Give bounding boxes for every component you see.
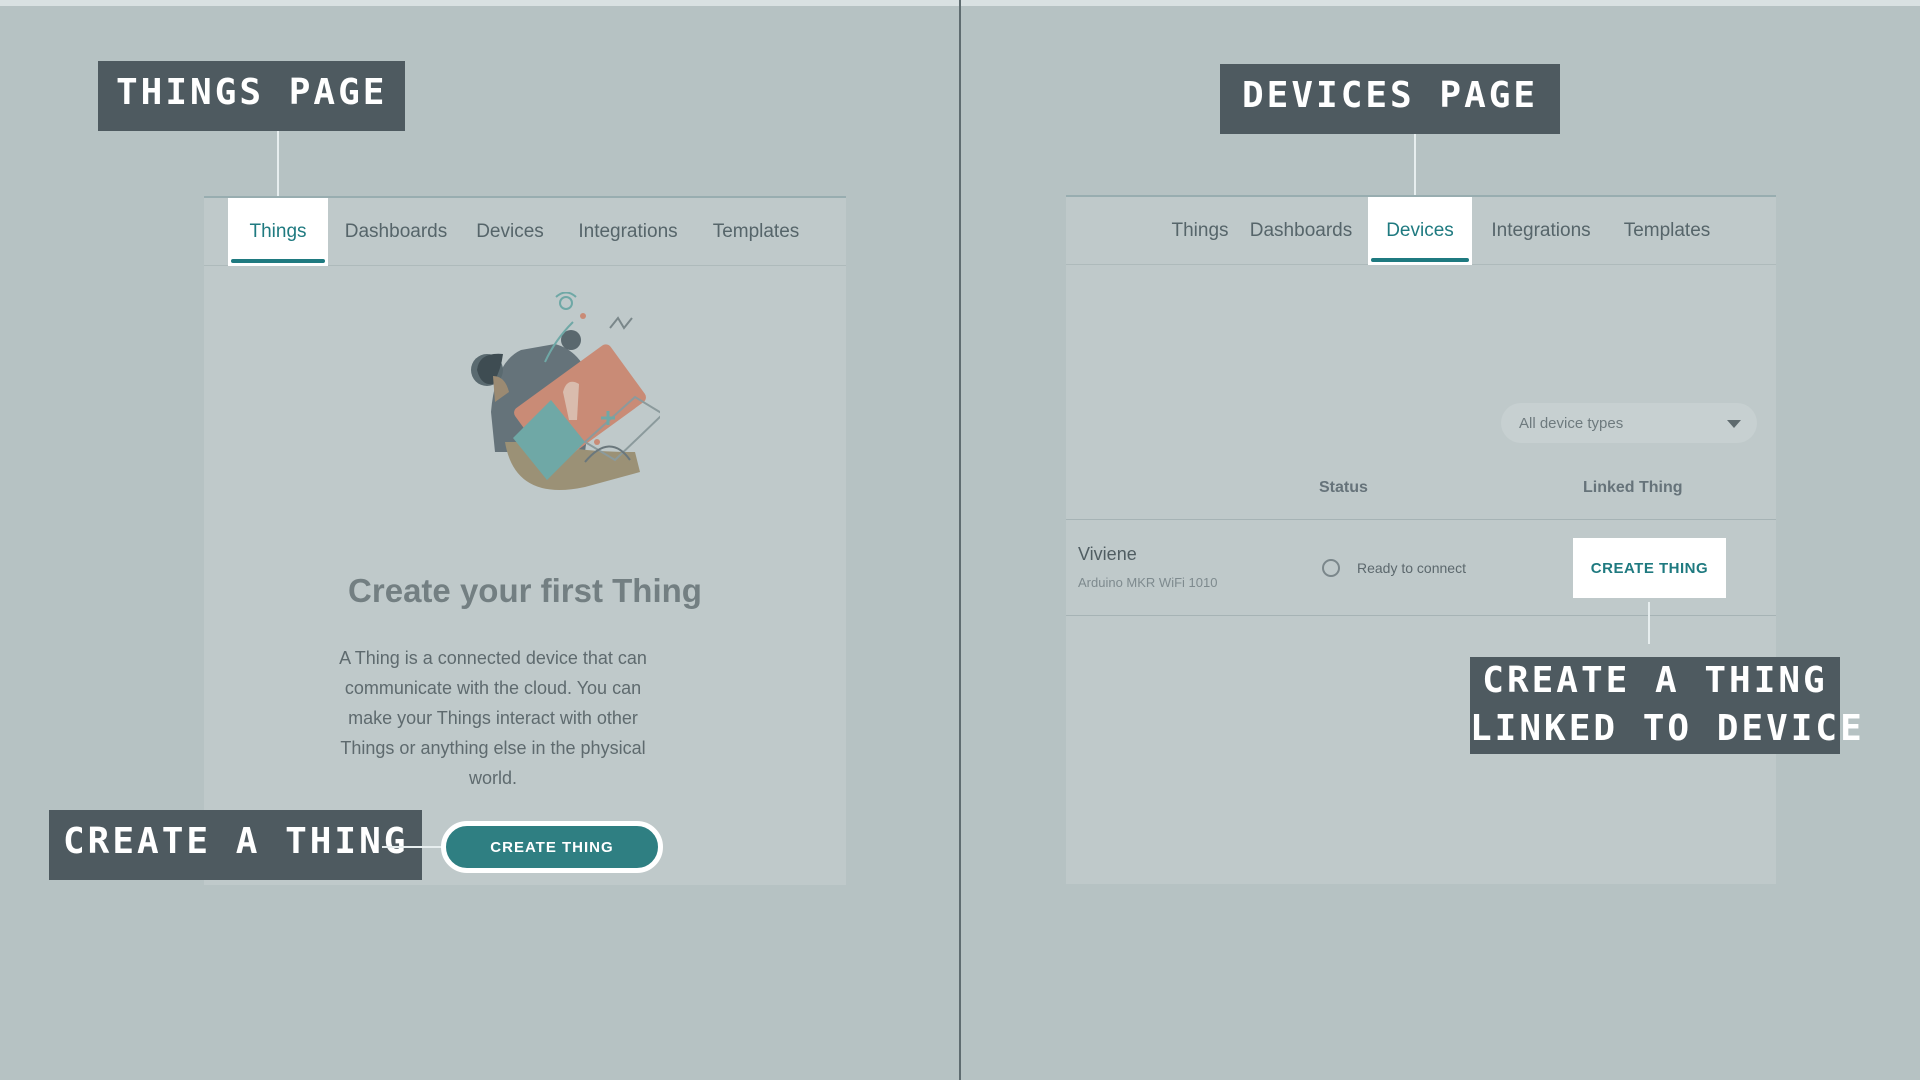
hero-title: Create your first Thing (348, 572, 702, 609)
things-panel: Things Dashboards Devices Integrations T… (204, 196, 846, 885)
tab-devices[interactable]: Devices (1368, 197, 1472, 265)
tab-templates-label: Templates (712, 221, 800, 242)
tab-integrations-label: Integrations (578, 221, 678, 242)
tab-devices[interactable]: Devices (464, 198, 556, 266)
tab-dashboards-label: Dashboards (1249, 220, 1353, 241)
create-thing-button[interactable]: CREATE THING (441, 821, 663, 873)
tab-devices-label: Devices (476, 221, 544, 242)
tab-things[interactable]: Things (228, 198, 328, 266)
tab-things[interactable]: Things (1148, 197, 1252, 265)
device-type: Arduino MKR WiFi 1010 (1078, 575, 1218, 590)
callout-create-linked-line2: LINKED TO DEVICE (1470, 708, 1865, 749)
person-device-illustration (471, 292, 660, 490)
callout-things-page-label: THINGS PAGE (116, 72, 388, 113)
create-linked-thing-button-label: CREATE THING (1590, 559, 1709, 577)
things-tabbar: Things Dashboards Devices Integrations T… (204, 198, 846, 266)
callout-create-thing-label: CREATE A THING (63, 821, 409, 862)
leader-create-thing (382, 846, 444, 848)
tab-dashboards[interactable]: Dashboards (338, 198, 454, 266)
create-linked-thing-button[interactable]: CREATE THING (1573, 538, 1726, 598)
tab-things-label: Things (249, 221, 307, 242)
tab-devices-label: Devices (1386, 220, 1454, 241)
devices-tabbar: Things Dashboards Devices Integrations T… (1066, 197, 1776, 265)
callout-things-page: THINGS PAGE (98, 61, 406, 131)
tab-templates[interactable]: Templates (1610, 197, 1724, 265)
tab-things-label: Things (1171, 220, 1229, 241)
callout-create-linked-line1: CREATE A THING (1482, 660, 1828, 701)
device-name: Viviene (1078, 544, 1137, 564)
callout-create-linked-thing: CREATE A THING LINKED TO DEVICE (1470, 657, 1865, 754)
leader-devices-page (1414, 134, 1416, 198)
status-radio-icon (1322, 559, 1340, 577)
tab-templates-label: Templates (1623, 220, 1711, 241)
tab-templates[interactable]: Templates (700, 198, 812, 266)
device-type-filter[interactable]: All device types (1501, 403, 1757, 443)
tab-dashboards[interactable]: Dashboards (1242, 197, 1360, 265)
column-header-linked-thing: Linked Thing (1583, 479, 1683, 496)
device-status: Ready to connect (1357, 560, 1466, 576)
leader-things-page (277, 131, 279, 199)
tab-integrations[interactable]: Integrations (1478, 197, 1604, 265)
callout-devices-page: DEVICES PAGE (1220, 64, 1561, 134)
create-thing-button-label: CREATE THING (490, 838, 614, 856)
callout-devices-page-label: DEVICES PAGE (1242, 75, 1539, 116)
hero-description: A Thing is a connected device that can c… (339, 648, 647, 788)
callout-create-thing: CREATE A THING (49, 810, 423, 880)
device-type-filter-value: All device types (1519, 414, 1624, 432)
leader-create-linked (1648, 602, 1650, 644)
tab-integrations[interactable]: Integrations (566, 198, 690, 266)
column-header-status: Status (1319, 479, 1368, 496)
devices-panel: Things Dashboards Devices Integrations T… (1066, 195, 1776, 884)
tab-integrations-label: Integrations (1491, 220, 1591, 241)
table-row-divider (1066, 615, 1776, 616)
table-row: Viviene Arduino MKR WiFi 1010 Ready to c… (1066, 520, 1776, 612)
caret-down-icon (1727, 420, 1741, 428)
tab-dashboards-label: Dashboards (344, 221, 448, 242)
center-divider (959, 0, 961, 1080)
wifi-icon (559, 296, 573, 310)
